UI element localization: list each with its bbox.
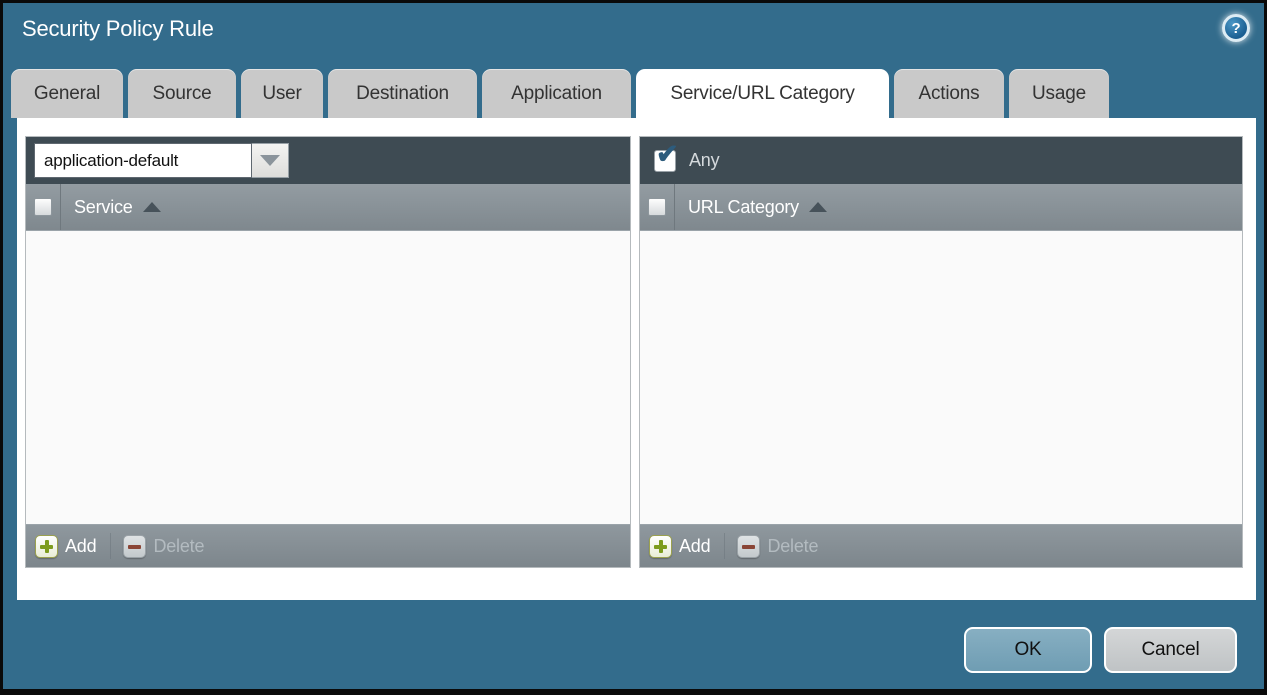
tab-user[interactable]: User	[241, 69, 323, 118]
security-policy-rule-dialog: Security Policy Rule ? General Source Us…	[0, 0, 1267, 695]
url-category-list-body[interactable]	[640, 231, 1242, 524]
tab-application[interactable]: Application	[482, 69, 631, 118]
cancel-button[interactable]: Cancel	[1104, 627, 1237, 673]
tab-general[interactable]: General	[11, 69, 123, 118]
any-label: Any	[689, 150, 719, 171]
url-category-select-all-cell	[640, 184, 675, 230]
service-add-button[interactable]: Add	[35, 535, 96, 558]
url-category-column-label-wrap: URL Category	[675, 184, 827, 230]
url-category-panel-header: ✔ Any	[640, 137, 1242, 184]
service-column-label-wrap: Service	[61, 184, 161, 230]
service-list-body[interactable]	[26, 231, 630, 524]
dialog-title: Security Policy Rule	[22, 16, 214, 42]
service-select-all-cell	[26, 184, 61, 230]
service-panel: application-default Service	[25, 136, 631, 568]
tab-service-url-category[interactable]: Service/URL Category	[636, 69, 889, 118]
url-category-add-button[interactable]: Add	[649, 535, 710, 558]
plus-icon	[35, 535, 58, 558]
service-type-dropdown[interactable]: application-default	[34, 143, 289, 178]
tab-destination[interactable]: Destination	[328, 69, 477, 118]
tab-actions[interactable]: Actions	[894, 69, 1004, 118]
tab-content: application-default Service	[17, 118, 1256, 600]
any-row: ✔ Any	[648, 150, 719, 172]
minus-icon	[123, 535, 146, 558]
service-delete-button[interactable]: Delete	[123, 535, 204, 558]
url-category-column-label[interactable]: URL Category	[688, 197, 799, 218]
add-button-label: Add	[679, 536, 710, 557]
tab-bar: General Source User Destination Applicat…	[11, 69, 1109, 118]
add-button-label: Add	[65, 536, 96, 557]
url-category-panel: ✔ Any URL Category	[639, 136, 1243, 568]
plus-icon	[649, 535, 672, 558]
minus-icon	[737, 535, 760, 558]
url-category-select-all-checkbox[interactable]	[648, 198, 666, 216]
delete-button-label: Delete	[767, 536, 818, 557]
service-select-all-checkbox[interactable]	[34, 198, 52, 216]
service-panel-toolbar: Add Delete	[26, 524, 630, 567]
toolbar-divider	[110, 533, 111, 559]
ok-button[interactable]: OK	[964, 627, 1092, 673]
service-panel-header: application-default	[26, 137, 630, 184]
tab-source[interactable]: Source	[128, 69, 236, 118]
sort-ascending-icon[interactable]	[809, 202, 827, 212]
help-icon[interactable]: ?	[1222, 14, 1250, 42]
help-icon-glyph: ?	[1232, 20, 1241, 37]
service-type-value[interactable]: application-default	[34, 143, 252, 178]
dropdown-button[interactable]	[252, 143, 289, 178]
checkmark-icon: ✔	[656, 141, 678, 168]
url-category-column-header: URL Category	[640, 184, 1242, 231]
sort-ascending-icon[interactable]	[143, 202, 161, 212]
delete-button-label: Delete	[153, 536, 204, 557]
any-checkbox[interactable]: ✔	[654, 150, 676, 172]
toolbar-divider	[724, 533, 725, 559]
service-column-label[interactable]: Service	[74, 197, 133, 218]
url-category-panel-toolbar: Add Delete	[640, 524, 1242, 567]
chevron-down-icon	[260, 155, 280, 166]
url-category-delete-button[interactable]: Delete	[737, 535, 818, 558]
tab-usage[interactable]: Usage	[1009, 69, 1109, 118]
service-column-header: Service	[26, 184, 630, 231]
